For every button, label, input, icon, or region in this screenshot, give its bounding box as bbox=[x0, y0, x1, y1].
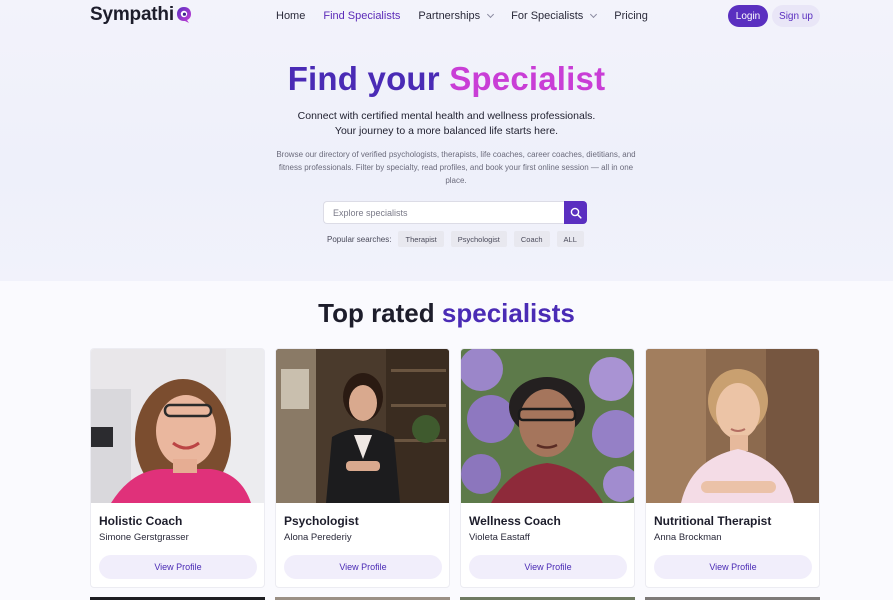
specialist-role: Psychologist bbox=[284, 514, 359, 528]
chip-psychologist[interactable]: Psychologist bbox=[450, 231, 507, 247]
specialist-card[interactable]: Holistic Coach Simone Gerstgrasser View … bbox=[90, 348, 265, 588]
search-button[interactable] bbox=[564, 201, 587, 224]
signup-button[interactable]: Sign up bbox=[772, 5, 820, 27]
specialist-name: Anna Brockman bbox=[654, 532, 722, 543]
hero-subtitle-line1: Connect with certified mental health and… bbox=[297, 110, 596, 122]
top-rated-title-part2: specialists bbox=[441, 298, 575, 328]
view-profile-button[interactable]: View Profile bbox=[99, 555, 257, 579]
top-rated-title-part1: Top rated bbox=[318, 298, 435, 328]
chevron-down-icon bbox=[590, 10, 598, 19]
specialist-photo bbox=[646, 349, 819, 503]
specialist-role: Holistic Coach bbox=[99, 514, 183, 528]
specialist-role: Wellness Coach bbox=[469, 514, 561, 528]
hero-description: Browse our directory of verified psychol… bbox=[276, 150, 636, 185]
view-profile-button[interactable]: View Profile bbox=[284, 555, 442, 579]
search-input[interactable] bbox=[323, 201, 564, 224]
nav-home-label: Home bbox=[276, 10, 306, 22]
logo[interactable]: Sympathi bbox=[90, 4, 192, 26]
nav-pricing[interactable]: Pricing bbox=[614, 10, 648, 22]
chevron-down-icon bbox=[487, 10, 495, 19]
hero-subtitle-line2: Your journey to a more balanced life sta… bbox=[334, 125, 559, 137]
popular-searches-label: Popular searches: bbox=[327, 234, 392, 244]
specialist-photo bbox=[461, 349, 634, 503]
specialist-name: Violeta Eastaff bbox=[469, 532, 530, 543]
search-icon bbox=[570, 207, 582, 219]
specialist-role: Nutritional Therapist bbox=[654, 514, 772, 528]
popular-searches: Popular searches: Therapist Psychologist… bbox=[327, 231, 591, 247]
view-profile-button[interactable]: View Profile bbox=[654, 555, 812, 579]
hero-title-part2: Specialist bbox=[449, 60, 606, 97]
chip-all[interactable]: ALL bbox=[556, 231, 584, 247]
hero-title: Find your Specialist bbox=[0, 60, 893, 98]
nav-for-specialists-label: For Specialists bbox=[511, 10, 584, 22]
main-nav: Home Find Specialists Partnerships For S… bbox=[276, 10, 666, 22]
nav-home[interactable]: Home bbox=[276, 10, 305, 22]
specialist-card[interactable]: Nutritional Therapist Anna Brockman View… bbox=[645, 348, 820, 588]
search-bar bbox=[323, 201, 587, 224]
chip-therapist[interactable]: Therapist bbox=[398, 231, 444, 247]
specialist-photo bbox=[276, 349, 449, 503]
nav-partnerships[interactable]: Partnerships bbox=[418, 10, 495, 22]
nav-partnerships-label: Partnerships bbox=[418, 10, 481, 22]
header: Sympathi Home Find Specialists Partnersh… bbox=[0, 0, 893, 33]
nav-pricing-label: Pricing bbox=[614, 10, 648, 22]
nav-find-specialists[interactable]: Find Specialists bbox=[323, 10, 400, 22]
nav-find-specialists-label: Find Specialists bbox=[323, 10, 401, 22]
hero-title-part1: Find your bbox=[287, 60, 440, 97]
chip-coach[interactable]: Coach bbox=[513, 231, 550, 247]
specialist-photo bbox=[91, 349, 264, 503]
login-button[interactable]: Login bbox=[728, 5, 768, 27]
logo-mark-icon bbox=[176, 6, 192, 24]
specialist-name: Simone Gerstgrasser bbox=[99, 532, 189, 543]
hero-subtitle: Connect with certified mental health and… bbox=[0, 109, 893, 139]
specialist-card[interactable]: Psychologist Alona Perederiy View Profil… bbox=[275, 348, 450, 588]
logo-text: Sympathi bbox=[90, 4, 174, 25]
specialist-name: Alona Perederiy bbox=[284, 532, 352, 543]
nav-for-specialists[interactable]: For Specialists bbox=[511, 10, 598, 22]
top-rated-title: Top rated specialists bbox=[0, 298, 893, 329]
specialist-card[interactable]: Wellness Coach Violeta Eastaff View Prof… bbox=[460, 348, 635, 588]
view-profile-button[interactable]: View Profile bbox=[469, 555, 627, 579]
